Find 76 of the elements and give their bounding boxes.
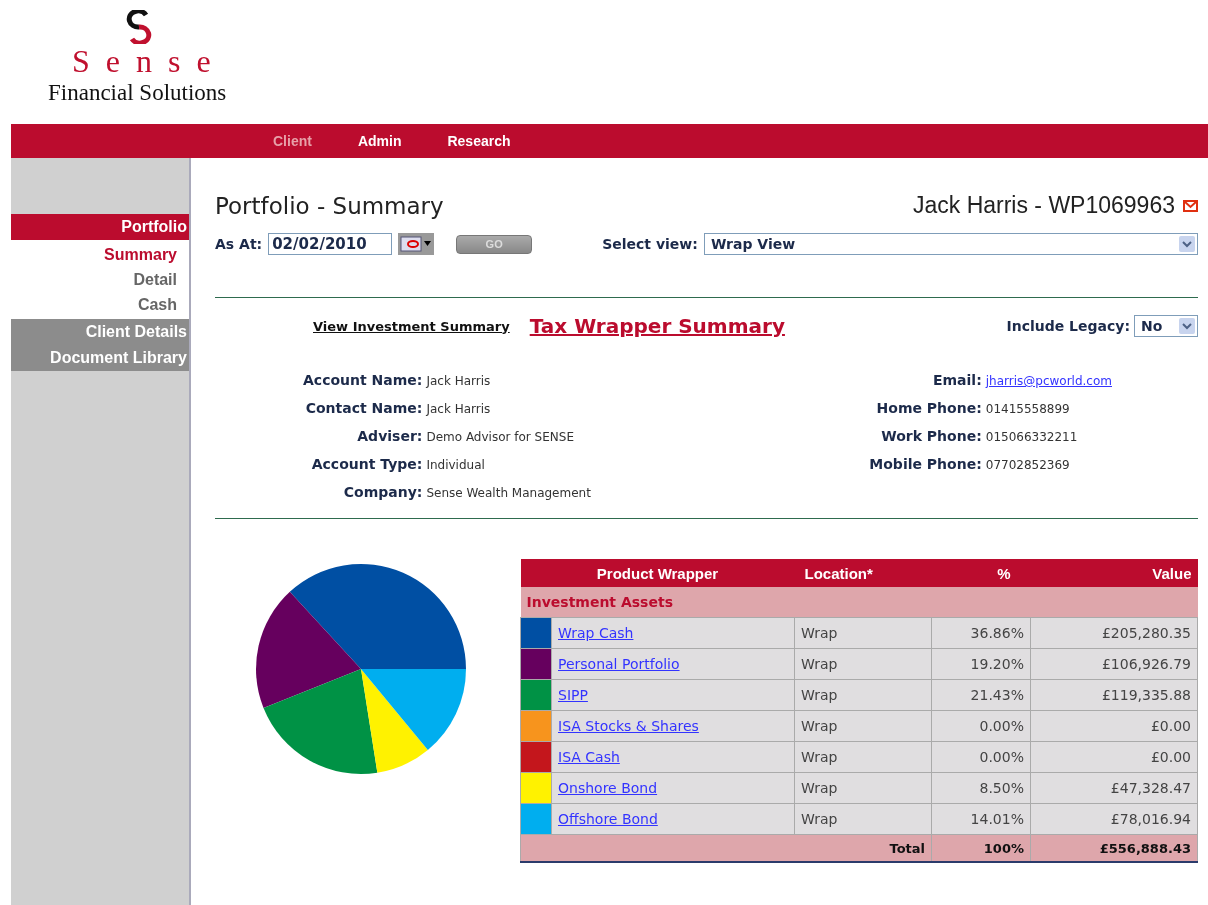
field-label: Home Phone: xyxy=(875,400,982,416)
table-cell: Wrap xyxy=(794,803,932,835)
field-value: 015066332211 xyxy=(985,430,1079,444)
summary-link[interactable]: View Investment Summary xyxy=(313,318,510,334)
table-cell: 36.86% xyxy=(931,617,1031,649)
table-cell: 0.00% xyxy=(931,741,1031,773)
field-value: 01415558899 xyxy=(985,402,1071,416)
summary-link[interactable]: Tax Wrapper Summary xyxy=(529,314,785,338)
table-cell: Wrap xyxy=(794,710,932,742)
table-cell: Wrap xyxy=(794,648,932,680)
table-cell: £47,328.47 xyxy=(1030,772,1198,804)
column-header: Location* xyxy=(794,559,932,587)
logo-wordmark: Sense xyxy=(72,44,227,78)
as-at-label: As At: xyxy=(215,236,263,252)
legacy-dropdown[interactable]: No xyxy=(1134,315,1198,337)
table-cell: 19.20% xyxy=(931,648,1031,680)
field-value: 07702852369 xyxy=(985,458,1071,472)
nav-tab[interactable]: Admin xyxy=(357,133,424,149)
table-cell: £556,888.43 xyxy=(1030,834,1198,862)
chevron-down-icon xyxy=(1179,236,1195,252)
view-dropdown[interactable]: Wrap View xyxy=(703,233,1198,255)
sidebar-item[interactable]: Document Library xyxy=(11,345,189,371)
table-cell: £0.00 xyxy=(1030,741,1198,773)
column-header: Product Wrapper xyxy=(520,559,795,587)
table-cell: 8.50% xyxy=(931,772,1031,804)
chevron-down-icon xyxy=(1179,318,1195,334)
sidebar-subitem[interactable]: Detail xyxy=(11,267,189,292)
calendar-icon[interactable] xyxy=(398,233,435,255)
table-cell: 0.00% xyxy=(931,710,1031,742)
page-title: Portfolio - Summary xyxy=(215,192,444,219)
sidebar-subitem[interactable]: Cash xyxy=(11,292,189,317)
logo-icon xyxy=(126,10,152,44)
select-view-label: Select view: xyxy=(602,236,698,252)
sidebar-item[interactable]: Client Details xyxy=(11,319,189,345)
field-value: Demo Advisor for SENSE xyxy=(426,430,575,444)
nav-tab[interactable]: Research xyxy=(447,133,533,149)
envelope-icon[interactable] xyxy=(1183,199,1198,212)
field-value: Jack Harris xyxy=(426,402,492,416)
logo-tagline: Financial Solutions xyxy=(48,79,227,107)
field-label: Account Name: xyxy=(303,372,423,388)
table-cell: £78,016.94 xyxy=(1030,803,1198,835)
sidebar-subitem[interactable]: Summary xyxy=(11,242,189,267)
sidebar-item[interactable]: Portfolio xyxy=(11,214,189,240)
wrapper-link[interactable]: Wrap Cash xyxy=(558,625,634,641)
include-legacy-label: Include Legacy: xyxy=(1006,318,1130,334)
column-header: Value xyxy=(1030,559,1198,587)
date-field[interactable]: 02/02/2010 xyxy=(268,233,393,255)
table-cell: Wrap xyxy=(794,741,932,773)
table-cell: Wrap xyxy=(794,772,932,804)
group-header: Investment Assets xyxy=(520,587,1198,618)
field-label: Company: xyxy=(342,484,423,500)
table-cell: £0.00 xyxy=(1030,710,1198,742)
table-cell: Wrap xyxy=(794,617,932,649)
wrapper-link[interactable]: SIPP xyxy=(558,687,588,703)
table-cell: Wrap xyxy=(794,679,932,711)
table-cell: 14.01% xyxy=(931,803,1031,835)
table-cell: £119,335.88 xyxy=(1030,679,1198,711)
table-cell: 100% xyxy=(931,834,1031,862)
field-label: Adviser: xyxy=(356,428,423,444)
email-link[interactable]: jharris@pcworld.com xyxy=(985,374,1112,388)
field-value: Jack Harris xyxy=(426,374,492,388)
field-label: Account Type: xyxy=(310,456,423,472)
field-value: Sense Wealth Management xyxy=(426,486,591,500)
field-label: Contact Name: xyxy=(304,400,423,416)
field-label: Mobile Phone: xyxy=(869,456,982,472)
client-name: Jack Harris - WP1069963 xyxy=(912,192,1175,219)
nav-tab[interactable]: Client xyxy=(273,133,334,149)
table-cell: £205,280.35 xyxy=(1030,617,1198,649)
field-label: Work Phone: xyxy=(880,428,982,444)
table-cell: £106,926.79 xyxy=(1030,648,1198,680)
field-value: Individual xyxy=(426,458,486,472)
wrapper-link[interactable]: ISA Cash xyxy=(558,749,620,765)
column-header: % xyxy=(931,559,1031,587)
table-cell: 21.43% xyxy=(931,679,1031,711)
field-label: Email: xyxy=(931,372,982,388)
total-label: Total xyxy=(520,834,932,862)
